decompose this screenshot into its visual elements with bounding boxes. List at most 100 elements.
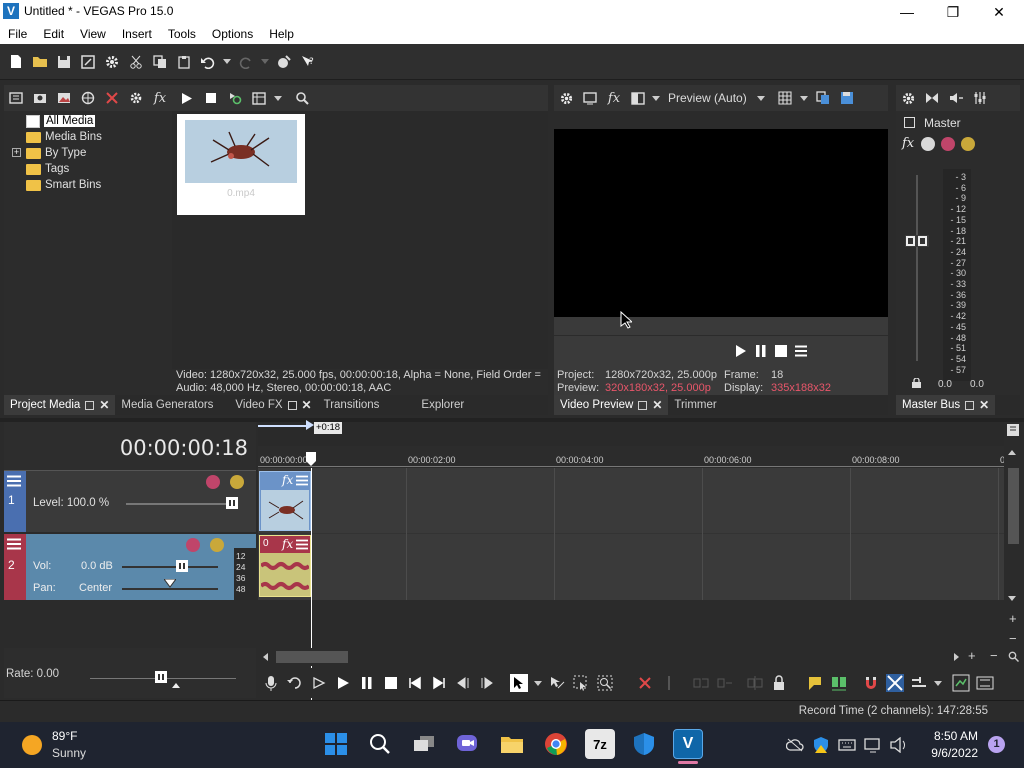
master-fader-handle[interactable] [905, 235, 929, 247]
audio-track-header[interactable]: 2 Vol: 0.0 dB Pan: Center 12 24 36 48 [4, 534, 256, 600]
split-screen-view-icon[interactable] [629, 89, 647, 107]
menu-file[interactable]: File [0, 24, 35, 44]
trim-start-icon[interactable] [692, 674, 710, 692]
scroll-left-icon[interactable] [263, 653, 268, 661]
audio-track-solo-icon[interactable] [210, 538, 224, 552]
pause-icon[interactable] [358, 674, 376, 692]
tab-video-preview[interactable]: Video Preview ✕ [554, 395, 669, 415]
vol-slider-track[interactable] [122, 566, 218, 568]
media-properties-icon[interactable] [127, 89, 145, 107]
tab-master-bus[interactable]: Master Bus ✕ [896, 395, 996, 415]
vegas-taskbar-icon[interactable]: V [673, 729, 703, 759]
get-media-from-web-icon[interactable] [79, 89, 97, 107]
level-slider-track[interactable] [126, 503, 236, 505]
preview-stop-icon[interactable] [775, 345, 787, 357]
close-icon[interactable]: ✕ [302, 395, 312, 415]
mixer-faders-icon[interactable] [971, 89, 989, 107]
clock-date[interactable]: 9/6/2022 [926, 746, 978, 760]
external-monitor-icon[interactable] [581, 89, 599, 107]
play-preview-icon[interactable] [178, 89, 196, 107]
audio-event[interactable]: 0 fx [259, 535, 311, 597]
vertical-zoom-in-button[interactable]: + [1009, 611, 1017, 626]
media-search-icon[interactable] [293, 89, 311, 107]
menu-help[interactable]: Help [261, 24, 302, 44]
menu-options[interactable]: Options [204, 24, 261, 44]
render-as-icon[interactable] [78, 52, 98, 72]
lock-envelopes-icon[interactable] [770, 674, 788, 692]
event-menu-icon[interactable] [296, 539, 308, 550]
enable-snapping-icon[interactable] [274, 52, 294, 72]
copy-icon[interactable] [150, 52, 170, 72]
horizontal-zoom-out-button[interactable]: − [990, 648, 998, 663]
media-fx-icon[interactable]: fx [151, 89, 169, 107]
audio-track-mute-icon[interactable] [186, 538, 200, 552]
tab-project-media[interactable]: Project Media ✕ [4, 395, 116, 415]
close-icon[interactable]: ✕ [979, 395, 989, 415]
chrome-icon[interactable] [541, 729, 571, 759]
playhead-marker-icon[interactable] [306, 452, 316, 466]
whats-this-help-icon[interactable]: ? [298, 52, 318, 72]
video-output-fx-icon[interactable]: fx [605, 89, 623, 107]
expand-by-type-toggle[interactable]: + [12, 148, 21, 157]
preview-quality-select[interactable]: Preview (Auto) [668, 91, 747, 105]
play-icon[interactable] [334, 674, 352, 692]
preview-properties-gear-icon[interactable] [557, 89, 575, 107]
level-slider-handle[interactable] [226, 497, 238, 509]
horizontal-scroll-thumb[interactable] [276, 651, 348, 663]
menu-insert[interactable]: Insert [114, 24, 160, 44]
file-explorer-icon[interactable] [497, 729, 527, 759]
tree-item-tags[interactable]: Tags [26, 161, 102, 177]
track-menu-icon[interactable] [7, 538, 21, 550]
tab-video-fx[interactable]: Video FX ✕ [229, 395, 317, 415]
redo-icon[interactable] [236, 52, 256, 72]
tree-item-by-type[interactable]: By Type [26, 145, 102, 161]
menu-tools[interactable]: Tools [160, 24, 204, 44]
undock-icon[interactable] [85, 400, 95, 410]
paste-icon[interactable] [174, 52, 194, 72]
stop-preview-icon[interactable] [202, 89, 220, 107]
get-photo-icon[interactable] [55, 89, 73, 107]
record-icon[interactable] [262, 674, 280, 692]
post-edit-ripple-icon[interactable] [976, 674, 994, 692]
tree-item-smart-bins[interactable]: Smart Bins [26, 177, 102, 193]
master-checkbox[interactable] [904, 117, 915, 128]
notification-badge[interactable]: 1 [988, 736, 1005, 753]
auto-crossfade-icon[interactable] [886, 674, 904, 692]
scroll-down-icon[interactable] [1008, 596, 1016, 601]
menu-view[interactable]: View [72, 24, 114, 44]
video-event[interactable]: fx [259, 471, 311, 531]
tab-explorer[interactable]: Explorer [415, 395, 470, 415]
rate-slider-handle[interactable] [155, 671, 167, 683]
keyboard-icon[interactable] [838, 738, 856, 752]
maximize-button[interactable]: ❐ [930, 0, 976, 24]
scroll-up-icon[interactable] [1008, 450, 1016, 455]
go-to-start-icon[interactable] [406, 674, 424, 692]
snapping-magnet-icon[interactable] [862, 674, 880, 692]
insert-region-icon[interactable] [830, 674, 848, 692]
tab-media-generators[interactable]: Media Generators [115, 395, 219, 415]
clock-time[interactable]: 8:50 AM [926, 729, 978, 743]
close-icon[interactable]: ✕ [652, 395, 662, 415]
import-media-icon[interactable] [7, 89, 25, 107]
insert-marker-icon[interactable] [806, 674, 824, 692]
event-fx-button[interactable]: fx [282, 473, 293, 487]
pan-slider-handle[interactable] [164, 579, 176, 588]
master-mute-icon[interactable] [941, 137, 955, 151]
vol-slider-handle[interactable] [176, 560, 188, 572]
master-lock-icon[interactable] [912, 378, 921, 388]
tab-trimmer[interactable]: Trimmer [668, 395, 722, 415]
task-view-icon[interactable] [409, 729, 439, 759]
go-to-end-icon[interactable] [430, 674, 448, 692]
normal-edit-tool-icon[interactable] [510, 674, 528, 692]
downmix-icon[interactable] [923, 89, 941, 107]
cut-icon[interactable] [126, 52, 146, 72]
network-icon[interactable] [864, 737, 882, 753]
zoom-edit-tool-icon[interactable] [596, 674, 614, 692]
vertical-zoom-out-button[interactable]: − [1009, 631, 1017, 646]
event-fx-button[interactable]: fx [282, 537, 293, 551]
pan-slider-track[interactable] [122, 588, 218, 590]
video-track-solo-icon[interactable] [230, 475, 244, 489]
preview-pause-icon[interactable] [755, 344, 767, 358]
chat-icon[interactable] [453, 729, 483, 759]
save-icon[interactable] [54, 52, 74, 72]
